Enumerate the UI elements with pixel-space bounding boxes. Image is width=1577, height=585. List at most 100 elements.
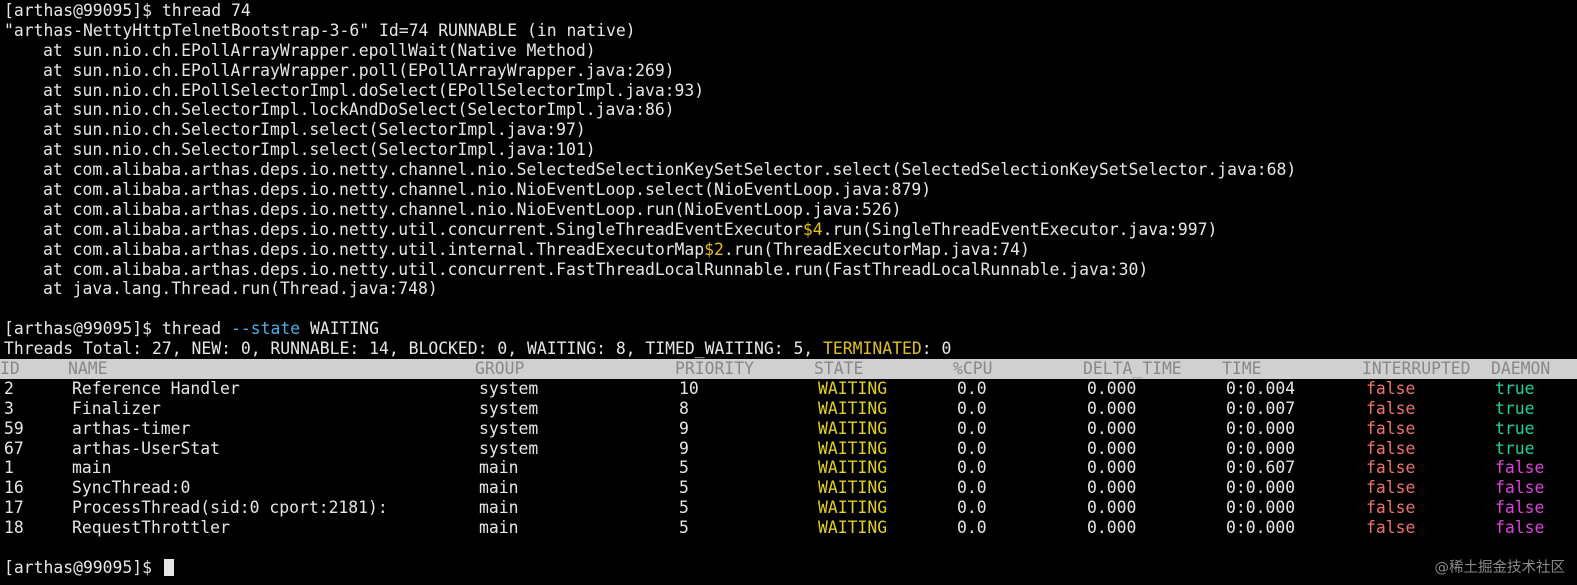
stack-frame: at sun.nio.ch.SelectorImpl.select(Select… bbox=[43, 140, 596, 160]
cell-state: WAITING bbox=[818, 418, 888, 438]
table-row: 18 RequestThrottler main 5 WAITING 0.0 0.000 0:… bbox=[4, 518, 1573, 538]
table-header: ID NAME GROUP PRIORITY STATE %CPU DELTA_… bbox=[0, 359, 1577, 379]
stack-frame: at sun.nio.ch.SelectorImpl.lockAndDoSele… bbox=[43, 100, 675, 120]
cell-id: 67 bbox=[4, 438, 24, 458]
stack-frame: at com.alibaba.arthas.deps.io.netty.chan… bbox=[43, 180, 932, 200]
command-arg: WAITING bbox=[309, 319, 380, 339]
cell-group: system bbox=[479, 378, 539, 398]
cell-group: main bbox=[479, 518, 519, 538]
cell-delta-time: 0.000 bbox=[1087, 398, 1137, 418]
cell-daemon: false bbox=[1495, 518, 1545, 538]
active-prompt-line[interactable]: [arthas@99095]$ bbox=[4, 558, 1573, 578]
header-state: STATE bbox=[814, 359, 864, 379]
cell-state: WAITING bbox=[818, 498, 888, 518]
thread-table-body: 2 Reference Handler system 10 WAITING 0.0 0.00… bbox=[4, 379, 1573, 538]
cell-id: 18 bbox=[4, 518, 24, 538]
cell-cpu: 0.0 bbox=[957, 418, 987, 438]
cell-time: 0:0.607 bbox=[1226, 458, 1296, 478]
command-text: thread 74 bbox=[161, 1, 251, 20]
stack-frame: at sun.nio.ch.SelectorImpl.select(Select… bbox=[43, 120, 586, 140]
command-line: [arthas@99095]$ thread 74 bbox=[4, 1, 1573, 21]
stack-trace: at sun.nio.ch.EPollArrayWrapper.epollWai… bbox=[4, 41, 1573, 300]
cell-priority: 8 bbox=[679, 398, 689, 418]
cell-cpu: 0.0 bbox=[957, 478, 987, 498]
cell-delta-time: 0.000 bbox=[1087, 418, 1137, 438]
cell-time: 0:0.004 bbox=[1226, 378, 1296, 398]
cell-id: 3 bbox=[4, 398, 14, 418]
cell-time: 0:0.000 bbox=[1226, 478, 1296, 498]
table-row: 2 Reference Handler system 10 WAITING 0.0 0.00… bbox=[4, 379, 1573, 399]
header-delta-time: DELTA_TIME bbox=[1083, 359, 1182, 379]
cell-priority: 10 bbox=[679, 378, 699, 398]
cell-delta-time: 0.000 bbox=[1087, 518, 1137, 538]
cell-time: 0:0.000 bbox=[1226, 498, 1296, 518]
header-id: ID bbox=[0, 359, 20, 379]
cell-id: 1 bbox=[4, 458, 14, 478]
cell-delta-time: 0.000 bbox=[1087, 498, 1137, 518]
cell-daemon: false bbox=[1495, 478, 1545, 498]
command-line: [arthas@99095]$ thread --state WAITING bbox=[4, 319, 1573, 339]
cell-delta-time: 0.000 bbox=[1087, 458, 1137, 478]
cell-name: Finalizer bbox=[72, 398, 161, 418]
cell-id: 17 bbox=[4, 498, 24, 518]
cell-cpu: 0.0 bbox=[957, 378, 987, 398]
cell-interrupted: false bbox=[1366, 458, 1416, 478]
stack-frame-text: .run(ThreadExecutorMap.java:74) bbox=[723, 239, 1030, 259]
cell-time: 0:0.000 bbox=[1226, 418, 1296, 438]
command-option: --state bbox=[231, 319, 301, 339]
cell-name: Reference Handler bbox=[72, 378, 240, 398]
header-name: NAME bbox=[68, 359, 108, 379]
cell-delta-time: 0.000 bbox=[1087, 378, 1137, 398]
cell-priority: 5 bbox=[679, 498, 689, 518]
header-priority: PRIORITY bbox=[675, 359, 754, 379]
cell-time: 0:0.000 bbox=[1226, 438, 1296, 458]
cell-daemon: true bbox=[1495, 378, 1535, 398]
cell-daemon: true bbox=[1495, 418, 1535, 438]
cell-group: main bbox=[479, 498, 519, 518]
cell-cpu: 0.0 bbox=[957, 518, 987, 538]
cell-daemon: true bbox=[1495, 438, 1535, 458]
stack-frame-text: .run(SingleThreadEventExecutor.java:997) bbox=[822, 219, 1218, 239]
terminal-output[interactable]: [arthas@99095]$ thread 74 "arthas-NettyH… bbox=[0, 1, 1577, 578]
cell-interrupted: false bbox=[1366, 438, 1416, 458]
cell-cpu: 0.0 bbox=[957, 398, 987, 418]
stack-frame: at com.alibaba.arthas.deps.io.netty.util… bbox=[4, 220, 1573, 240]
stack-frame: at com.alibaba.arthas.deps.io.netty.chan… bbox=[43, 199, 902, 219]
cell-state: WAITING bbox=[818, 518, 888, 538]
cell-name: RequestThrottler bbox=[72, 518, 230, 538]
cell-priority: 5 bbox=[679, 458, 689, 478]
table-row: 17 ProcessThread(sid:0 cport:2181): main 5 W… bbox=[4, 498, 1573, 518]
summary-terminated-value: : 0 bbox=[921, 339, 952, 359]
cell-interrupted: false bbox=[1366, 498, 1416, 518]
cell-name: ProcessThread(sid:0 cport:2181): bbox=[72, 498, 388, 518]
stack-frame: at com.alibaba.arthas.deps.io.netty.chan… bbox=[43, 160, 1297, 180]
prompt: [arthas@99095]$ bbox=[4, 1, 153, 20]
stack-frame: at sun.nio.ch.EPollSelectorImpl.doSelect… bbox=[43, 80, 705, 100]
cell-cpu: 0.0 bbox=[957, 438, 987, 458]
summary-terminated-label: TERMINATED bbox=[823, 339, 922, 359]
cell-name: main bbox=[72, 458, 112, 478]
command-text: thread bbox=[161, 319, 222, 339]
stack-frame: at sun.nio.ch.EPollArrayWrapper.poll(EPo… bbox=[43, 60, 675, 80]
summary-text: Threads Total: 27, NEW: 0, RUNNABLE: 14,… bbox=[4, 339, 824, 359]
cell-name: arthas-timer bbox=[72, 418, 191, 438]
cell-cpu: 0.0 bbox=[957, 458, 987, 478]
table-row: 3 Finalizer system 8 WAITING 0.0 0.000 0:0.007 f… bbox=[4, 399, 1573, 419]
cell-group: main bbox=[479, 478, 519, 498]
prompt: [arthas@99095]$ bbox=[4, 557, 153, 577]
prompt: [arthas@99095]$ bbox=[4, 319, 153, 339]
stack-frame-text: at com.alibaba.arthas.deps.io.netty.util… bbox=[43, 239, 705, 259]
cell-daemon: true bbox=[1495, 398, 1535, 418]
table-row: 59 arthas-timer system 9 WAITING 0.0 0.000 0:0.… bbox=[4, 419, 1573, 439]
cell-state: WAITING bbox=[818, 378, 888, 398]
table-row: 1 main main 5 WAITING 0.0 0.000 0:0.607 false fal… bbox=[4, 458, 1573, 478]
cell-interrupted: false bbox=[1366, 418, 1416, 438]
cell-daemon: false bbox=[1495, 458, 1545, 478]
cell-name: arthas-UserStat bbox=[72, 438, 221, 458]
header-daemon: DAEMON bbox=[1491, 359, 1551, 379]
cell-name: SyncThread:0 bbox=[72, 478, 191, 498]
text-cursor[interactable] bbox=[163, 558, 174, 576]
cell-group: system bbox=[479, 438, 539, 458]
